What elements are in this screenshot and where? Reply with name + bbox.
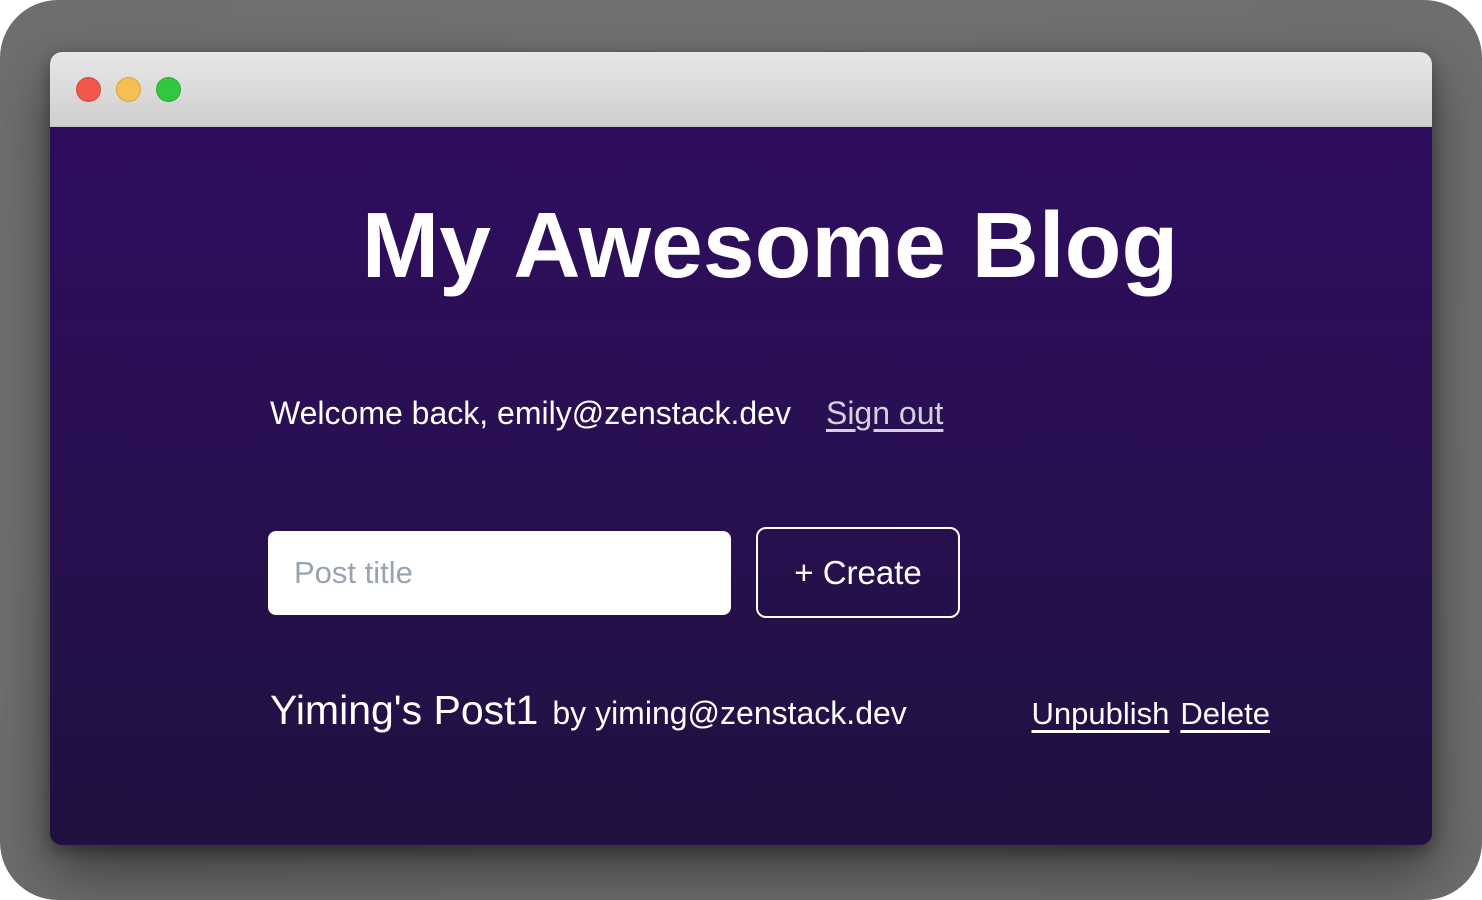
page-title: My Awesome Blog	[270, 197, 1270, 295]
post-actions: Unpublish Delete	[1032, 696, 1270, 732]
user-bar: Welcome back, emily@zenstack.dev Sign ou…	[270, 395, 943, 432]
close-window-button[interactable]	[76, 77, 101, 102]
app-window: My Awesome Blog Welcome back, emily@zens…	[50, 52, 1432, 845]
window-titlebar[interactable]	[50, 52, 1432, 127]
minimize-window-button[interactable]	[116, 77, 141, 102]
post-title: Yiming's Post1	[270, 687, 538, 734]
zoom-window-button[interactable]	[156, 77, 181, 102]
create-post-button[interactable]: + Create	[756, 527, 960, 618]
sign-out-link[interactable]: Sign out	[826, 395, 943, 432]
create-post-form: + Create	[268, 527, 960, 618]
delete-link[interactable]: Delete	[1180, 696, 1270, 732]
welcome-message: Welcome back, emily@zenstack.dev	[270, 395, 791, 432]
unpublish-link[interactable]: Unpublish	[1032, 696, 1170, 732]
post-list-item: Yiming's Post1 by yiming@zenstack.dev Un…	[270, 687, 1270, 734]
post-title-input[interactable]	[268, 531, 731, 615]
blog-page: My Awesome Blog Welcome back, emily@zens…	[50, 127, 1432, 844]
desktop-backdrop: My Awesome Blog Welcome back, emily@zens…	[0, 0, 1482, 900]
post-author-byline: by yiming@zenstack.dev	[552, 695, 906, 732]
